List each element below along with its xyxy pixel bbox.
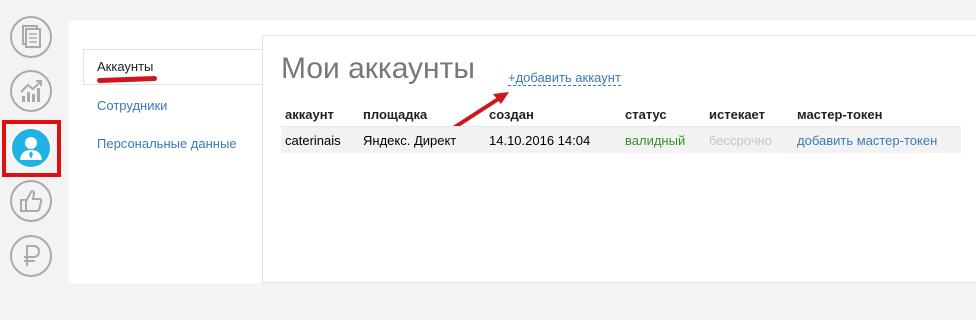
table-header-row: аккаунт площадка создан статус истекает … bbox=[281, 102, 961, 127]
accounts-content: Мои аккаунты +добавить аккаунт аккаунт п… bbox=[262, 35, 976, 283]
account-name-cell: caterinais bbox=[281, 126, 359, 153]
column-header-account: аккаунт bbox=[285, 106, 334, 122]
page-title: Мои аккаунты bbox=[281, 52, 475, 85]
expires-cell: бессрочно bbox=[705, 126, 793, 153]
subnav-item-accounts[interactable]: Аккаунты bbox=[83, 49, 263, 85]
column-header-platform: площадка bbox=[363, 106, 428, 122]
platform-cell: Яндекс. Директ bbox=[359, 126, 485, 153]
thumbs-up-icon[interactable] bbox=[10, 180, 52, 222]
column-header-status: статус bbox=[625, 106, 667, 122]
chart-growth-icon[interactable] bbox=[10, 70, 52, 112]
table-row: caterinais Яндекс. Директ 14.10.2016 14:… bbox=[281, 126, 961, 153]
user-profile-icon[interactable] bbox=[10, 127, 52, 169]
settings-subnav: Аккаунты Сотрудники Персональные данные bbox=[69, 21, 263, 283]
main-panel: Аккаунты Сотрудники Персональные данные … bbox=[69, 21, 976, 283]
ruble-icon[interactable] bbox=[10, 235, 52, 277]
column-header-created: создан bbox=[489, 106, 534, 122]
subnav-item-employees[interactable]: Сотрудники bbox=[97, 98, 167, 113]
documents-icon[interactable] bbox=[10, 16, 52, 58]
add-account-link[interactable]: +добавить аккаунт bbox=[508, 70, 621, 86]
subnav-item-label: Аккаунты bbox=[97, 59, 154, 74]
red-underline-annotation bbox=[96, 75, 158, 84]
accounts-table: аккаунт площадка создан статус истекает … bbox=[281, 102, 961, 153]
column-header-expires: истекает bbox=[709, 106, 765, 122]
column-header-master-token: мастер-токен bbox=[797, 106, 883, 122]
created-cell: 14.10.2016 14:04 bbox=[485, 126, 621, 153]
status-cell: валидный bbox=[621, 126, 705, 153]
add-master-token-link[interactable]: добавить мастер-токен bbox=[793, 126, 961, 153]
icon-rail bbox=[0, 0, 62, 320]
subnav-item-personal-data[interactable]: Персональные данные bbox=[97, 136, 237, 151]
